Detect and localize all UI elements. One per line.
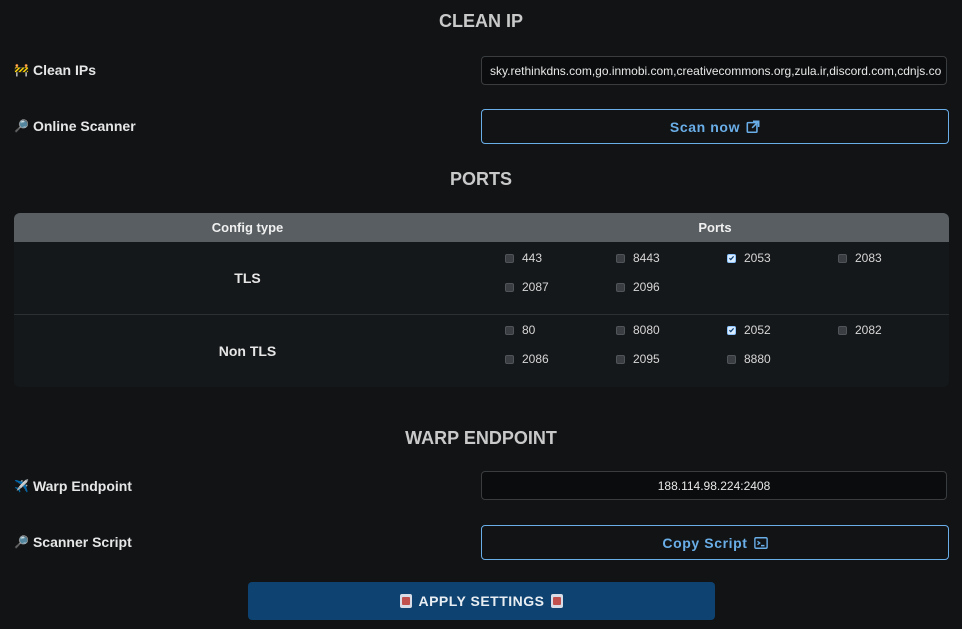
port-2083[interactable]: 2083 (838, 251, 882, 265)
port-2095[interactable]: 2095 (616, 352, 660, 366)
clean-ips-label-text: Clean IPs (32, 62, 96, 78)
clean-ips-label: 🚧 Clean IPs (14, 62, 96, 78)
checkbox[interactable] (505, 325, 514, 335)
warp-endpoint-label: ✈️ Warp Endpoint (14, 478, 132, 494)
checkbox[interactable] (838, 253, 847, 263)
checkbox[interactable] (616, 325, 625, 335)
scan-now-label: Scan now (669, 118, 741, 135)
port-2052[interactable]: 2052 (727, 323, 771, 337)
ports-title: PORTS (449, 169, 512, 189)
apply-settings-label: APPLY SETTINGS (418, 593, 545, 609)
check-icon (728, 255, 735, 261)
checkbox[interactable] (616, 354, 625, 364)
table-row-non-tls: Non TLS 80 8080 2052 2082 2086 2095 8880 (14, 315, 949, 387)
clean-ips-input[interactable]: sky.rethinkdns.com,go.inmobi.com,creativ… (481, 56, 947, 85)
port-label: 8880 (744, 352, 771, 366)
port-label: 2096 (633, 280, 660, 294)
settings-icon (550, 594, 563, 608)
checkbox[interactable] (505, 354, 514, 364)
ports-table-header: Config type Ports (14, 213, 949, 242)
port-8880[interactable]: 8880 (727, 352, 771, 366)
non-tls-ports: 80 8080 2052 2082 2086 2095 8880 (481, 315, 949, 387)
online-scanner-label: 🔎 Online Scanner (14, 118, 136, 134)
copy-script-button[interactable]: Copy Script (481, 525, 949, 560)
tls-ports: 443 8443 2053 2083 2087 2096 (481, 242, 949, 314)
port-80[interactable]: 80 (505, 323, 535, 337)
checkbox[interactable] (505, 253, 514, 263)
table-row-tls: TLS 443 8443 2053 2083 2087 2096 (14, 242, 949, 315)
port-label: 2095 (633, 352, 660, 366)
airplane-icon: ✈️ (14, 479, 29, 493)
checkbox[interactable] (505, 282, 514, 292)
port-label: 2082 (855, 323, 882, 337)
settings-icon (400, 594, 413, 608)
terminal-icon (753, 536, 768, 549)
warp-endpoint-input[interactable]: 188.114.98.224:2408 (481, 471, 947, 500)
online-scanner-label-text: Online Scanner (32, 118, 136, 134)
checkbox[interactable] (838, 325, 847, 335)
ports-table: Config type Ports TLS 443 8443 2053 2083 (14, 213, 949, 387)
port-label: 8443 (633, 251, 660, 265)
construction-icon: 🚧 (14, 63, 29, 77)
scan-now-button[interactable]: Scan now (481, 109, 949, 144)
checkbox[interactable] (727, 354, 736, 364)
copy-script-label: Copy Script (662, 534, 748, 551)
port-443[interactable]: 443 (505, 251, 542, 265)
checkbox-checked[interactable] (727, 253, 736, 263)
port-label: 8080 (633, 323, 660, 337)
checkbox-checked[interactable] (727, 325, 736, 335)
port-2096[interactable]: 2096 (616, 280, 660, 294)
apply-settings-button[interactable]: APPLY SETTINGS (248, 582, 715, 620)
external-link-icon (746, 120, 760, 133)
check-icon (728, 327, 735, 333)
checkbox[interactable] (616, 282, 625, 292)
warp-endpoint-title: WARP ENDPOINT (405, 428, 557, 448)
clean-ip-title: CLEAN IP (438, 11, 523, 31)
port-label: 443 (522, 251, 543, 265)
port-label: 2053 (744, 251, 771, 265)
port-label: 80 (522, 323, 536, 337)
scanner-script-label-text: Scanner Script (32, 534, 132, 550)
port-8443[interactable]: 8443 (616, 251, 660, 265)
port-2086[interactable]: 2086 (505, 352, 549, 366)
header-config-type: Config type (211, 220, 284, 235)
config-type-tls: TLS (234, 270, 261, 286)
port-2082[interactable]: 2082 (838, 323, 882, 337)
port-label: 2087 (522, 280, 549, 294)
port-label: 2083 (855, 251, 882, 265)
port-label: 2086 (522, 352, 549, 366)
port-8080[interactable]: 8080 (616, 323, 660, 337)
header-ports: Ports (698, 220, 732, 235)
warp-endpoint-label-text: Warp Endpoint (32, 478, 132, 494)
port-2087[interactable]: 2087 (505, 280, 549, 294)
port-2053[interactable]: 2053 (727, 251, 771, 265)
magnifier-icon: 🔎 (14, 119, 29, 133)
scanner-script-label: 🔎 Scanner Script (14, 534, 132, 550)
config-type-non-tls: Non TLS (218, 343, 277, 359)
port-label: 2052 (744, 323, 771, 337)
magnifier-icon: 🔎 (14, 535, 29, 549)
checkbox[interactable] (616, 253, 625, 263)
